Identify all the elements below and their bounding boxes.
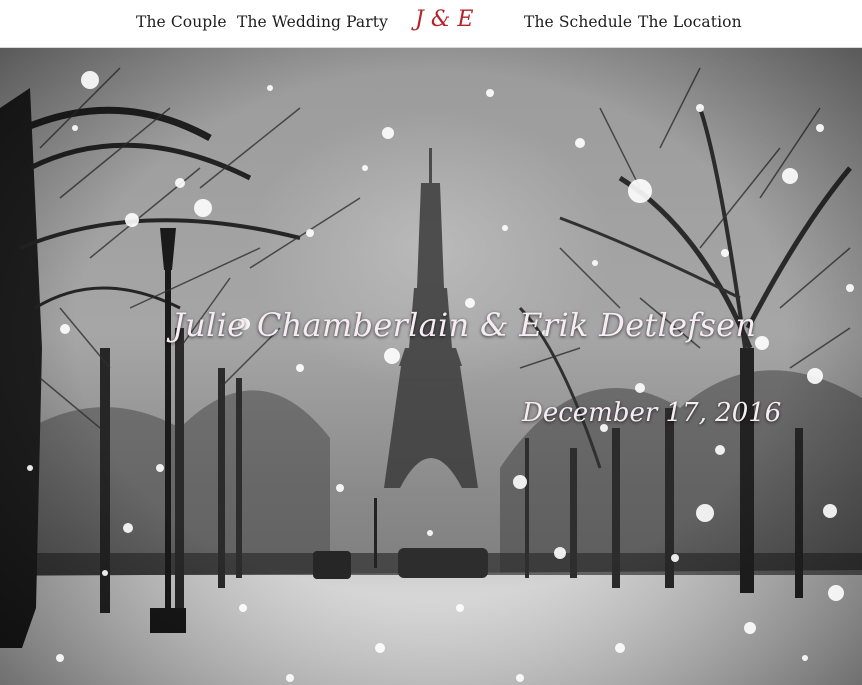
nav-link-the-wedding-party[interactable]: The Wedding Party	[237, 13, 388, 31]
hero-banner: Julie Chamberlain & Erik Detlefsen Decem…	[0, 48, 862, 685]
site-logo[interactable]: J & E	[415, 7, 473, 32]
nav-link-the-couple[interactable]: The Couple	[136, 13, 227, 31]
nav-link-the-schedule[interactable]: The Schedule	[524, 13, 632, 31]
top-navigation: The Couple The Wedding Party J & E The S…	[0, 0, 862, 48]
hero-background-image	[0, 48, 862, 685]
nav-link-the-location[interactable]: The Location	[638, 13, 742, 31]
wedding-date: December 17, 2016	[522, 398, 782, 428]
couple-names: Julie Chamberlain & Erik Detlefsen	[172, 306, 757, 344]
